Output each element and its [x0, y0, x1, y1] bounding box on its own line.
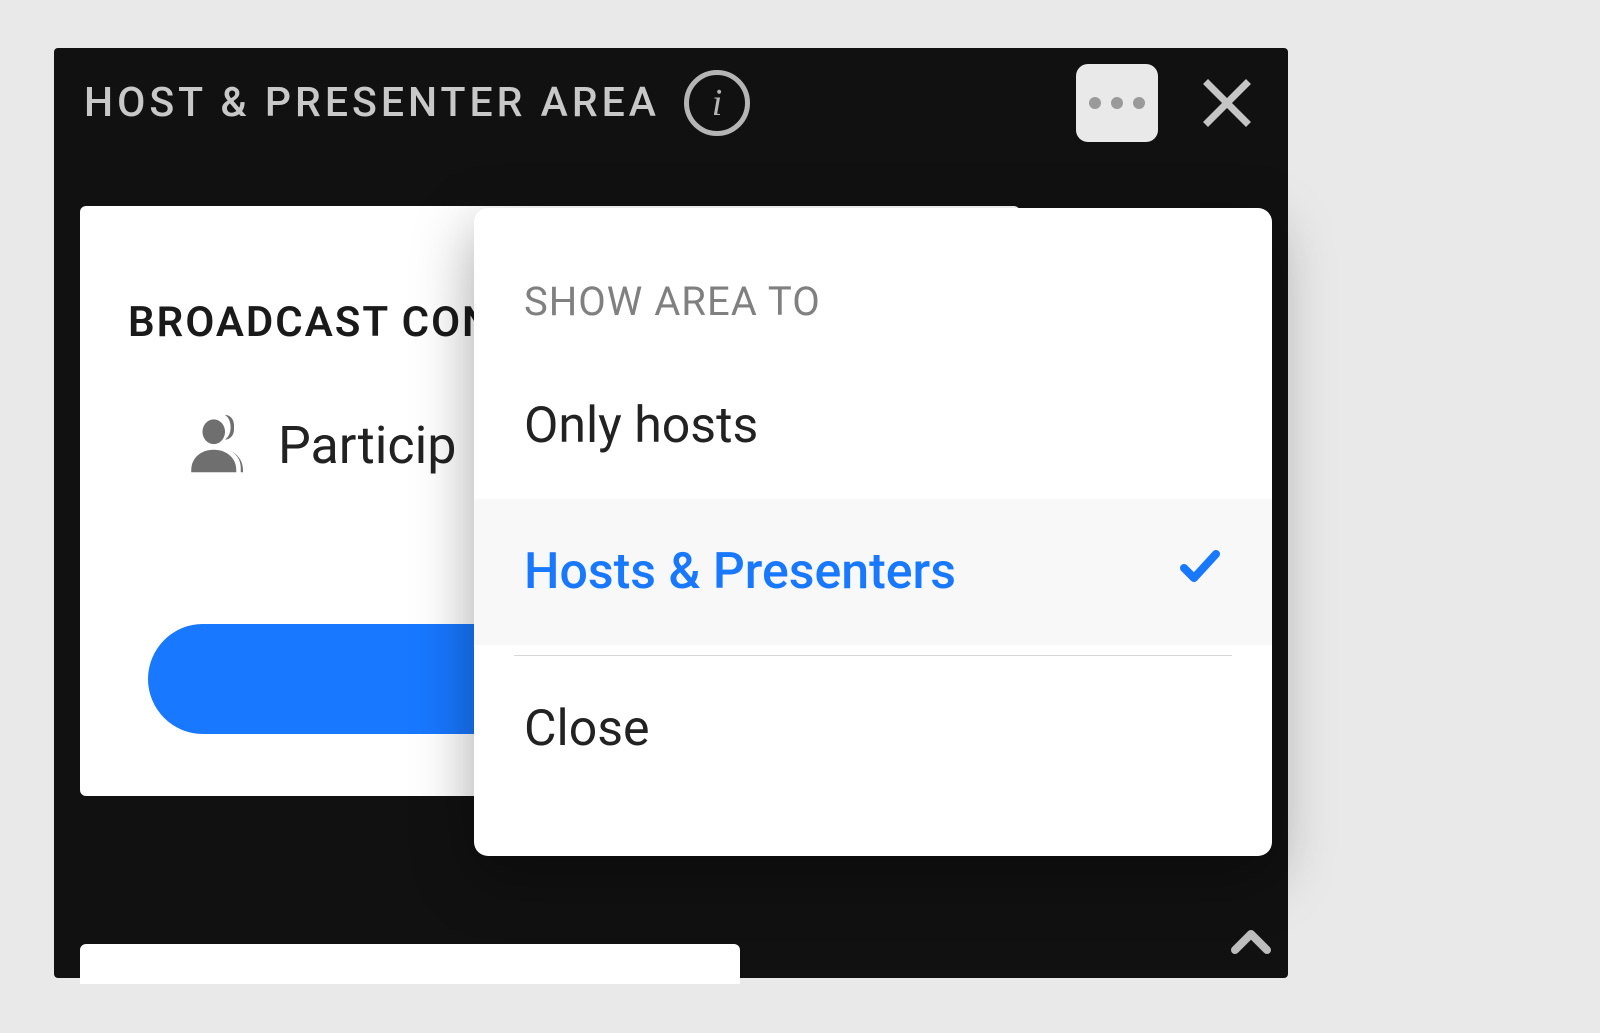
menu-item-close[interactable]: Close: [474, 656, 1272, 802]
menu-item-hosts-presenters[interactable]: Hosts & Presenters: [474, 499, 1272, 645]
panel-header: HOST & PRESENTER AREA i: [54, 48, 1288, 158]
menu-header: SHOW AREA TO: [474, 208, 1272, 353]
menu-item-only-hosts[interactable]: Only hosts: [474, 353, 1272, 499]
more-options-button[interactable]: [1076, 64, 1158, 142]
participants-icon: [180, 407, 252, 483]
menu-item-label: Hosts & Presenters: [524, 543, 956, 601]
next-card-peek: [80, 944, 740, 984]
host-presenter-panel: HOST & PRESENTER AREA i BROADCAST CON Pa…: [54, 48, 1288, 978]
chevron-up-icon[interactable]: [1224, 914, 1278, 968]
participants-label: Particip: [278, 415, 456, 476]
info-icon[interactable]: i: [684, 70, 750, 136]
menu-item-label: Only hosts: [524, 397, 758, 455]
close-icon[interactable]: [1196, 72, 1258, 134]
show-area-menu: SHOW AREA TO Only hosts Hosts & Presente…: [474, 208, 1272, 856]
panel-title: HOST & PRESENTER AREA: [84, 79, 660, 127]
check-icon: [1178, 543, 1222, 601]
menu-item-label: Close: [524, 700, 650, 758]
